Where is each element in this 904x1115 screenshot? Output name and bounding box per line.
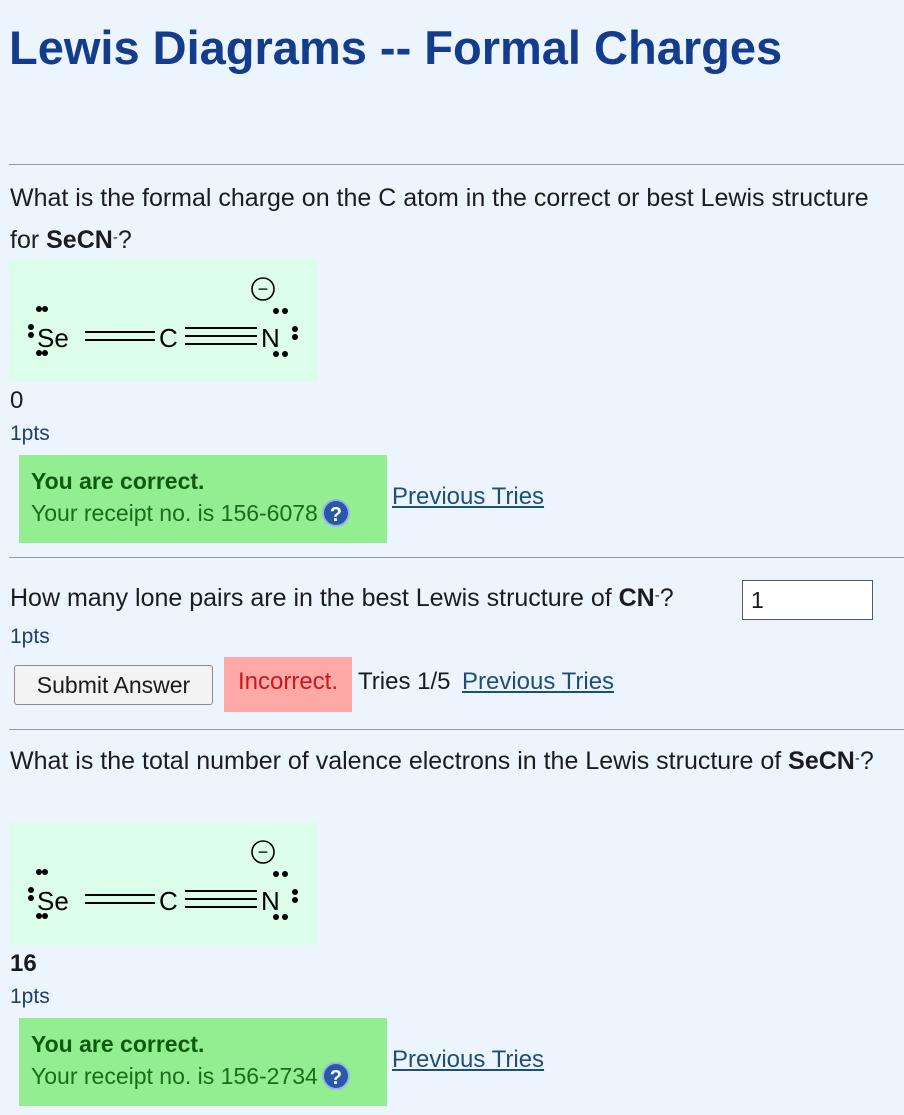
previous-tries-link[interactable]: Previous Tries — [392, 483, 544, 511]
svg-text:−: − — [258, 842, 269, 862]
atom-se: Se — [37, 323, 69, 353]
question-mark-icon[interactable]: ? — [321, 498, 350, 527]
points-label: 1pts — [10, 625, 50, 648]
question-1-text: What is the formal charge on the C atom … — [10, 184, 869, 254]
divider — [9, 557, 904, 558]
atom-n: N — [261, 886, 280, 916]
atom-n: N — [261, 323, 280, 353]
correct-feedback: You are correct. Your receipt no. is 156… — [19, 455, 387, 543]
previous-tries-link[interactable]: Previous Tries — [392, 1046, 544, 1074]
svg-text:−: − — [258, 279, 269, 299]
points-label: 1pts — [10, 985, 50, 1008]
receipt-text: Your receipt no. is 156-6078 — [31, 500, 318, 526]
question-1-formula: SeCN — [46, 226, 113, 254]
tries-counter: Tries 1/5 — [358, 668, 451, 695]
lone-pairs-answer-input[interactable] — [742, 580, 873, 620]
question-2-text: How many lone pairs are in the best Lewi… — [10, 584, 674, 612]
divider — [9, 164, 904, 165]
lewis-structure-image: Se C N − — [9, 822, 318, 945]
points-label: 1pts — [10, 422, 50, 445]
receipt-text: Your receipt no. is 156-2734 — [31, 1063, 318, 1089]
atom-c: C — [159, 886, 178, 916]
answer-value: 16 — [10, 950, 37, 977]
divider — [9, 729, 904, 730]
question-2-charge: - — [654, 587, 660, 604]
question-2-formula: CN — [618, 584, 655, 612]
correct-feedback: You are correct. Your receipt no. is 156… — [19, 1018, 387, 1106]
question-3-formula: SeCN — [788, 747, 855, 775]
previous-tries-link[interactable]: Previous Tries — [462, 668, 614, 696]
submit-answer-button[interactable]: Submit Answer — [14, 665, 213, 705]
question-mark-icon[interactable]: ? — [321, 1061, 350, 1090]
lewis-structure-image: Se C N − — [9, 259, 318, 382]
question-3-charge: - — [854, 750, 860, 767]
page-title: Lewis Diagrams -- Formal Charges — [9, 21, 783, 74]
answer-value: 0 — [10, 387, 24, 414]
feedback-heading: You are correct. — [31, 468, 205, 494]
feedback-heading: You are correct. — [31, 1031, 205, 1057]
question-3-text: What is the total number of valence elec… — [10, 747, 874, 775]
question-1-charge: - — [112, 229, 118, 246]
atom-c: C — [159, 323, 178, 353]
atom-se: Se — [37, 886, 69, 916]
incorrect-status-badge: Incorrect. — [224, 657, 352, 712]
